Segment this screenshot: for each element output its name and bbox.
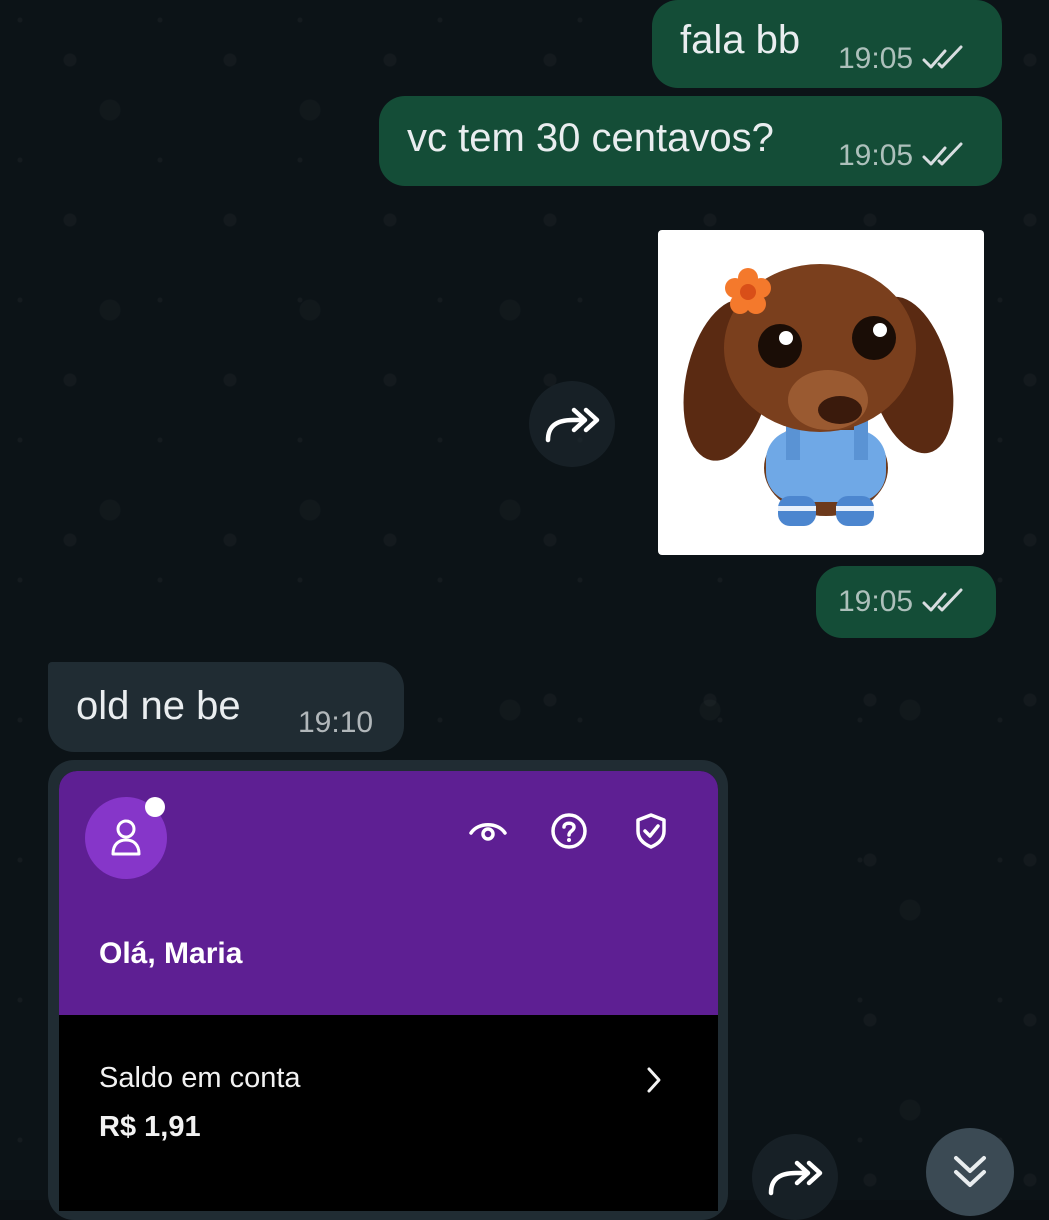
chevron-right-icon bbox=[647, 1067, 661, 1093]
sticker-image[interactable] bbox=[658, 230, 984, 555]
message-meta: 19:10 bbox=[298, 706, 373, 740]
puppy-illustration bbox=[683, 264, 954, 526]
message-bubble-outgoing[interactable]: fala bb 19:05 bbox=[652, 0, 1002, 88]
bank-header: Olá, Maria bbox=[59, 771, 718, 1015]
balance-section: Saldo em conta R$ 1,91 bbox=[59, 1019, 718, 1211]
balance-value: R$ 1,91 bbox=[99, 1111, 201, 1143]
message-bubble-outgoing[interactable]: vc tem 30 centavos? 19:05 bbox=[379, 96, 1002, 186]
image-message-bank-screenshot[interactable]: Olá, Maria Saldo em conta R$ 1,91 bbox=[59, 771, 718, 1211]
message-bubble-incoming[interactable]: old ne be 19:10 bbox=[48, 662, 404, 752]
double-check-icon bbox=[922, 45, 963, 69]
forward-icon bbox=[768, 1160, 823, 1196]
message-time: 19:05 bbox=[838, 139, 914, 172]
help-icon bbox=[549, 811, 589, 851]
forward-button[interactable] bbox=[752, 1134, 838, 1220]
message-bubble-outgoing[interactable]: 19:05 bbox=[816, 566, 996, 638]
message-text: vc tem 30 centavos? bbox=[407, 116, 774, 160]
message-meta: 19:05 bbox=[838, 139, 969, 173]
message-text: fala bb bbox=[680, 18, 801, 62]
message-text: old ne be bbox=[76, 684, 241, 728]
eye-icon bbox=[468, 811, 508, 851]
double-check-icon bbox=[922, 142, 963, 166]
forward-button[interactable] bbox=[529, 381, 615, 467]
scroll-to-bottom-button[interactable] bbox=[926, 1128, 1014, 1216]
message-time: 19:05 bbox=[838, 42, 914, 75]
double-chevron-down-icon bbox=[954, 1156, 986, 1187]
message-meta: 19:05 bbox=[838, 42, 969, 76]
notification-dot bbox=[145, 797, 165, 817]
person-icon bbox=[111, 819, 141, 856]
double-check-icon bbox=[922, 588, 963, 612]
message-meta: 19:05 bbox=[838, 585, 969, 619]
forward-icon bbox=[545, 407, 600, 443]
chat-background: fala bb 19:05 vc tem 30 centavos? 19:05 bbox=[0, 0, 1049, 1220]
balance-label: Saldo em conta bbox=[99, 1062, 301, 1094]
message-time: 19:05 bbox=[838, 585, 914, 618]
shield-check-icon bbox=[631, 811, 671, 851]
greeting-text: Olá, Maria bbox=[99, 937, 243, 970]
message-time: 19:10 bbox=[298, 706, 374, 739]
